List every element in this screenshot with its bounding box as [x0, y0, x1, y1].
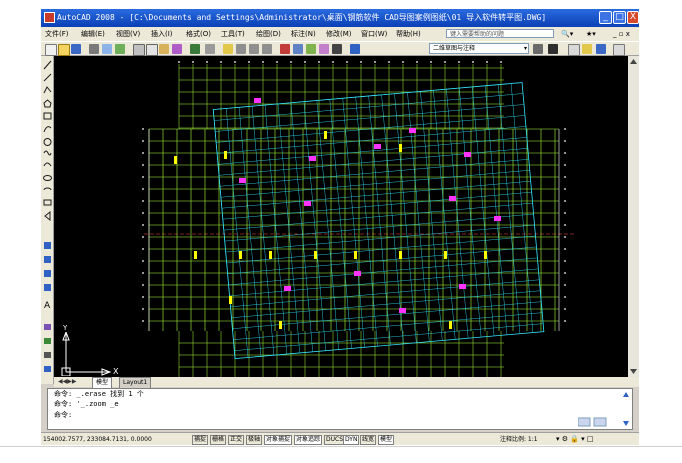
menu-dimension[interactable]: 标注(N) — [291, 27, 316, 41]
coordinate-readout: 154002.7577, 233084.7131, 0.0000 — [43, 436, 152, 443]
workspace-select[interactable]: 二维草图与注释 ▾ — [429, 43, 529, 54]
star-icon[interactable]: ★▾ — [586, 27, 596, 41]
undo-icon[interactable] — [190, 44, 200, 54]
toggle-otrack[interactable]: 对象追踪 — [294, 435, 323, 445]
workspace-value: 二维草图与注释 — [433, 45, 476, 52]
menu-draw[interactable]: 绘图(D) — [256, 27, 281, 41]
command-history-line-1: 命令: _.erase 找到 1 个 — [54, 390, 144, 398]
save-icon[interactable] — [71, 44, 81, 54]
menu-file[interactable]: 文件(F) — [45, 27, 69, 41]
publish-icon[interactable] — [115, 44, 125, 54]
drawing-canvas[interactable]: Y X — [54, 56, 639, 384]
ucs-y-label: Y — [63, 324, 68, 332]
ucs-icon — [61, 332, 112, 376]
close-button[interactable]: X — [627, 11, 639, 24]
status-tray-icons[interactable]: ▾ ⚙ 🔒 ▾ □ — [556, 433, 594, 445]
tab-nav-arrows-icon[interactable]: ◀◀▶▶ — [58, 377, 76, 387]
page-divider — [0, 446, 682, 447]
new-file-icon[interactable] — [45, 44, 57, 56]
match-properties-icon[interactable] — [172, 44, 182, 54]
autocad-app-icon — [44, 12, 55, 23]
menu-format[interactable]: 格式(O) — [186, 27, 211, 41]
draw-toolbar: A — [41, 56, 54, 384]
menu-bar: 文件(F) 编辑(E) 视图(V) 插入(I) 格式(O) 工具(T) 绘图(D… — [41, 27, 639, 41]
scroll-arrows — [630, 59, 637, 374]
search-help-icon[interactable]: 🔍▾ — [561, 27, 573, 41]
toggle-ortho[interactable]: 正交 — [228, 435, 245, 445]
doc-window-controls[interactable]: _ ▫ x — [613, 27, 630, 41]
maximize-button[interactable]: □ — [613, 11, 626, 24]
print-icon[interactable] — [89, 44, 99, 54]
workspace-icon[interactable] — [548, 44, 558, 54]
chevron-down-icon: ▾ — [523, 45, 527, 52]
toggle-model[interactable]: 模型 — [378, 435, 395, 445]
copy-icon[interactable] — [146, 44, 158, 56]
menu-edit[interactable]: 编辑(E) — [81, 27, 105, 41]
menu-insert[interactable]: 插入(I) — [151, 27, 173, 41]
command-prompt[interactable]: 命令: — [54, 411, 72, 420]
layer-tools-icon[interactable] — [613, 44, 625, 56]
menu-view[interactable]: 视图(V) — [116, 27, 140, 41]
toggle-grid[interactable]: 栅格 — [210, 435, 227, 445]
window-title: AutoCAD 2008 - [C:\Documents and Setting… — [57, 13, 547, 22]
svg-text:A: A — [44, 301, 51, 311]
open-folder-icon[interactable] — [58, 44, 70, 56]
standard-toolbar: 二维草图与注释 ▾ — [41, 41, 639, 56]
menu-modify[interactable]: 修改(M) — [326, 27, 352, 41]
sheet-set-icon[interactable] — [319, 44, 329, 54]
toggle-polar[interactable]: 极轴 — [246, 435, 263, 445]
toggle-lineweight[interactable]: 线宽 — [360, 435, 377, 445]
layer-state-icon[interactable] — [582, 44, 592, 54]
layer-properties-icon[interactable] — [568, 44, 580, 56]
zoom-previous-icon[interactable] — [262, 44, 272, 54]
workspace-settings-icon[interactable] — [533, 44, 543, 54]
menu-help[interactable]: 帮助(H) — [396, 27, 421, 41]
status-bar: 154002.7577, 233084.7131, 0.0000 捕捉 栅格 正… — [41, 432, 639, 445]
calculator-icon[interactable] — [332, 44, 342, 54]
pan-icon[interactable] — [223, 44, 233, 54]
zoom-realtime-icon[interactable] — [236, 44, 246, 54]
layer-previous-icon[interactable] — [596, 44, 606, 54]
draw-tools-icons: A — [43, 60, 52, 372]
design-center-icon[interactable] — [293, 44, 303, 54]
paste-icon[interactable] — [159, 44, 169, 54]
floor-plan-drawing — [142, 61, 574, 381]
plot-preview-icon[interactable] — [102, 44, 112, 54]
help-search-input[interactable]: 键入需要帮助的问题 — [446, 29, 554, 38]
vertical-scrollbar[interactable] — [628, 56, 639, 384]
command-window[interactable]: 命令: _.erase 找到 1 个 命令: '_.zoom _e 命令: — [47, 388, 633, 430]
layout-tabs-bar: ◀◀▶▶ 模型 Layout1 — [54, 377, 639, 389]
title-bar[interactable]: AutoCAD 2008 - [C:\Documents and Setting… — [41, 9, 639, 27]
command-vscroll[interactable] — [621, 389, 631, 429]
minimize-button[interactable]: _ — [599, 11, 612, 24]
help-icon[interactable] — [350, 44, 360, 54]
toggle-snap[interactable]: 捕捉 — [192, 435, 209, 445]
annotation-scale[interactable]: 注释比例: 1:1 — [500, 433, 538, 445]
autocad-window: AutoCAD 2008 - [C:\Documents and Setting… — [41, 9, 639, 445]
toggle-dyn[interactable]: DYN — [343, 435, 360, 445]
cut-icon[interactable] — [133, 44, 145, 56]
zoom-window-icon[interactable] — [249, 44, 259, 54]
properties-icon[interactable] — [280, 44, 290, 54]
toggle-osnap[interactable]: 对象捕捉 — [264, 435, 293, 445]
command-history-line-2: 命令: '_.zoom _e — [54, 400, 119, 408]
menu-tools[interactable]: 工具(T) — [221, 27, 245, 41]
toggle-ducs[interactable]: DUCS — [324, 435, 346, 445]
redo-icon[interactable] — [205, 44, 215, 54]
tool-palettes-icon[interactable] — [306, 44, 316, 54]
command-hscroll[interactable] — [578, 417, 608, 427]
menu-window[interactable]: 窗口(W) — [361, 27, 387, 41]
